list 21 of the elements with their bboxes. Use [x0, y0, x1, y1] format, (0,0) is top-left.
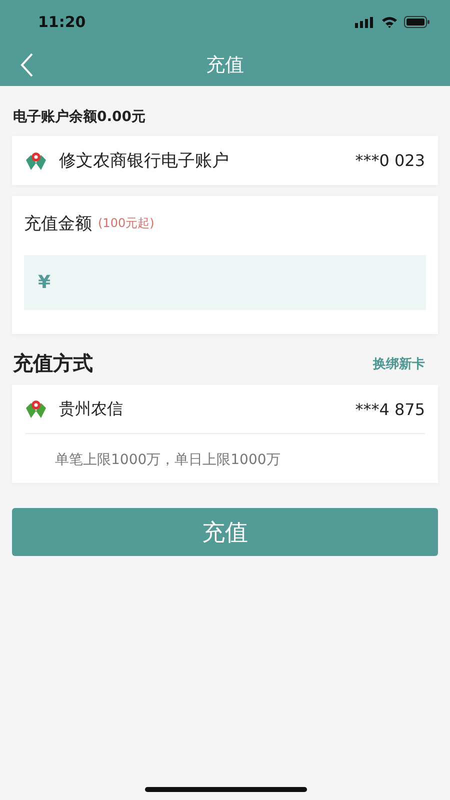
amount-field[interactable]: ¥ — [24, 255, 426, 310]
wifi-icon — [381, 16, 398, 28]
section-title: 充值方式 — [13, 350, 93, 377]
limit-text: 单笔上限1000万，单日上限1000万 — [54, 451, 282, 470]
account-number: ***0 023 — [355, 151, 425, 170]
account-name: 修文农商银行电子账户 — [59, 150, 230, 172]
page-title: 充值 — [206, 53, 244, 78]
signal-icon — [355, 16, 375, 28]
rebind-card-link[interactable]: 换绑新卡 — [373, 354, 425, 372]
amount-hint: (100元起) — [98, 215, 154, 232]
back-icon[interactable] — [20, 53, 34, 77]
balance-text: 电子账户余额0.00元 — [12, 108, 147, 127]
battery-icon — [404, 16, 430, 28]
bank-logo-icon — [25, 150, 47, 170]
card-number: ***4 875 — [355, 400, 425, 418]
bank-logo-icon — [25, 399, 47, 419]
status-time: 11:20 — [38, 13, 86, 31]
recharge-button[interactable]: 充值 — [12, 508, 438, 556]
bank-name: 贵州农信 — [59, 398, 124, 420]
currency-symbol: ¥ — [38, 272, 51, 293]
amount-label: 充值金额 — [24, 213, 92, 235]
